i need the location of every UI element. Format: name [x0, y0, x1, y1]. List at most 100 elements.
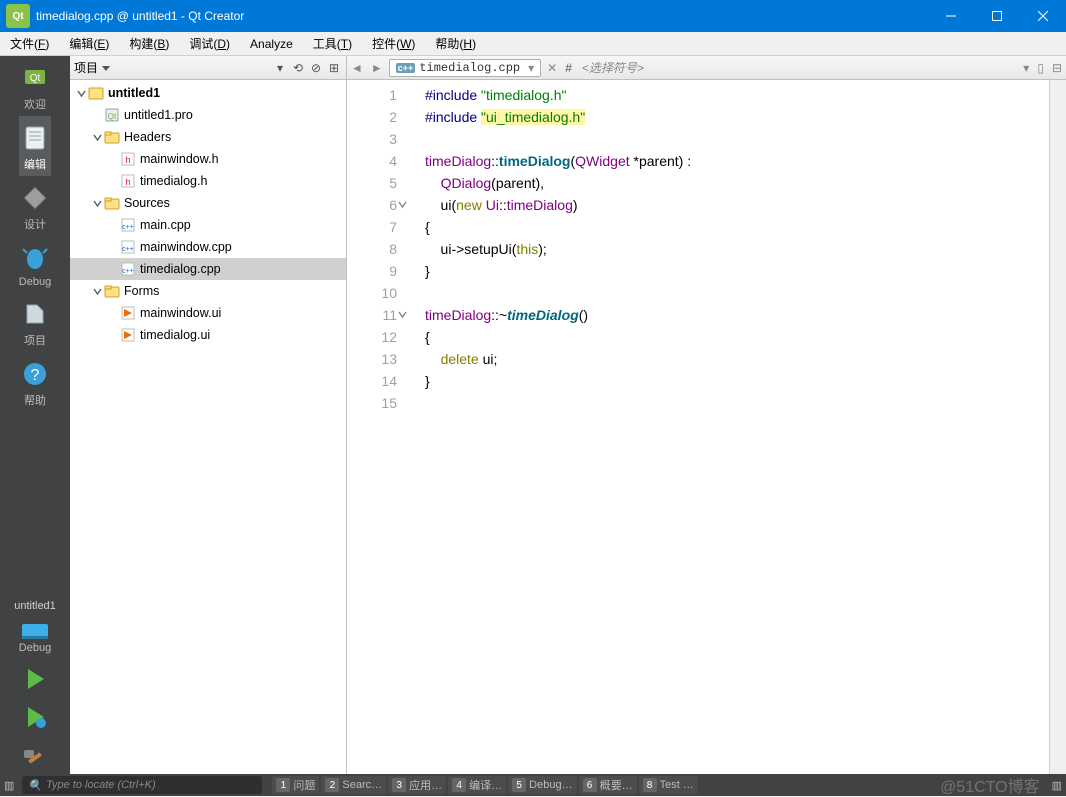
- title-bar: Qt timedialog.cpp @ untitled1 - Qt Creat…: [0, 0, 1066, 32]
- build-button[interactable]: [0, 736, 70, 774]
- chevron-down-icon[interactable]: [90, 287, 104, 296]
- close-doc-button[interactable]: ✕: [543, 61, 561, 75]
- menu-bar: 文件(F)编辑(E)构建(B)调试(D)Analyze工具(T)控件(W)帮助(…: [0, 32, 1066, 56]
- kit-selector[interactable]: Debug: [0, 614, 70, 660]
- output-tab-2[interactable]: 2Searc…: [321, 776, 386, 794]
- menu-4[interactable]: Analyze: [240, 32, 303, 55]
- fold-icon[interactable]: [398, 200, 407, 209]
- menu-2[interactable]: 构建(B): [119, 32, 179, 55]
- code-line[interactable]: [425, 392, 1049, 414]
- close-button[interactable]: [1020, 0, 1066, 32]
- kit-project[interactable]: untitled1: [0, 598, 70, 614]
- split-h-icon[interactable]: ▯: [1033, 61, 1048, 75]
- run-debug-button[interactable]: [0, 698, 70, 736]
- menu-1[interactable]: 编辑(E): [59, 32, 119, 55]
- chevron-down-icon[interactable]: [74, 89, 88, 98]
- code-line[interactable]: QDialog(parent),: [425, 172, 1049, 194]
- tree-item-mainwindow.ui[interactable]: mainwindow.ui: [70, 302, 346, 324]
- tree-item-timedialog.ui[interactable]: timedialog.ui: [70, 324, 346, 346]
- mode-编辑[interactable]: 编辑: [19, 116, 51, 176]
- mode-项目[interactable]: 项目: [19, 292, 51, 352]
- mode-帮助[interactable]: ?帮助: [19, 352, 51, 412]
- code-line[interactable]: delete ui;: [425, 348, 1049, 370]
- tree-item-main.cpp[interactable]: c++main.cpp: [70, 214, 346, 236]
- menu-5[interactable]: 工具(T): [303, 32, 362, 55]
- filter-icon[interactable]: ▾: [272, 60, 288, 76]
- sidebar-view-selector[interactable]: 项目: [74, 59, 110, 76]
- svg-text:c++: c++: [122, 246, 134, 253]
- menu-6[interactable]: 控件(W): [362, 32, 425, 55]
- watermark: @51CTO博客: [940, 773, 1048, 797]
- tree-item-label: mainwindow.h: [140, 152, 219, 166]
- editor-menu-icon[interactable]: ▾: [1019, 61, 1033, 75]
- tree-item-untitled1.pro[interactable]: Qtuntitled1.pro: [70, 104, 346, 126]
- sync-icon[interactable]: ⟲: [290, 60, 306, 76]
- output-tab-4[interactable]: 4编译…: [448, 776, 506, 794]
- code-line[interactable]: #include "ui_timedialog.h": [425, 106, 1049, 128]
- code-line[interactable]: }: [425, 370, 1049, 392]
- output-tab-5[interactable]: 5Debug…: [508, 776, 576, 794]
- h-icon: h: [120, 173, 136, 189]
- minimize-button[interactable]: [928, 0, 974, 32]
- file-selector[interactable]: c++ timedialog.cpp ▾: [389, 59, 541, 77]
- menu-7[interactable]: 帮助(H): [425, 32, 486, 55]
- tree-item-label: Forms: [124, 284, 159, 298]
- code-line[interactable]: timeDialog::~timeDialog(): [425, 304, 1049, 326]
- menu-0[interactable]: 文件(F): [0, 32, 59, 55]
- tree-item-Forms[interactable]: Forms: [70, 280, 346, 302]
- nav-fwd-button[interactable]: ►: [367, 61, 387, 75]
- code-line[interactable]: #include "timedialog.h": [425, 84, 1049, 106]
- tree-item-label: Headers: [124, 130, 171, 144]
- chevron-down-icon[interactable]: [90, 199, 104, 208]
- code-line[interactable]: ui(new Ui::timeDialog): [425, 194, 1049, 216]
- sidebar-right-toggle-icon[interactable]: ▥: [1048, 774, 1066, 796]
- code-line[interactable]: timeDialog::timeDialog(QWidget *parent) …: [425, 150, 1049, 172]
- link-icon[interactable]: ⊘: [308, 60, 324, 76]
- vertical-scrollbar[interactable]: [1049, 80, 1066, 774]
- tree-item-untitled1[interactable]: untitled1: [70, 82, 346, 104]
- symbol-selector[interactable]: <选择符号>: [576, 59, 650, 76]
- tree-item-mainwindow.h[interactable]: h mainwindow.h: [70, 148, 346, 170]
- open-file-name: timedialog.cpp: [419, 61, 520, 75]
- nav-back-button[interactable]: ◄: [347, 61, 367, 75]
- code-line[interactable]: [425, 282, 1049, 304]
- locator-input[interactable]: 🔍 Type to locate (Ctrl+K): [22, 776, 262, 794]
- code-line[interactable]: {: [425, 326, 1049, 348]
- svg-text:c++: c++: [122, 224, 134, 231]
- tree-item-timedialog.h[interactable]: h timedialog.h: [70, 170, 346, 192]
- chevron-down-icon[interactable]: [90, 133, 104, 142]
- fold-icon[interactable]: [398, 310, 407, 319]
- tree-item-label: timedialog.h: [140, 174, 207, 188]
- sidebar-toggle-icon[interactable]: ▥: [0, 774, 18, 796]
- code-editor[interactable]: #include "timedialog.h"#include "ui_time…: [407, 80, 1049, 774]
- mode-欢迎[interactable]: Qt欢迎: [19, 56, 51, 116]
- output-tab-1[interactable]: 1问题: [272, 776, 319, 794]
- output-tab-6[interactable]: 6概要…: [579, 776, 637, 794]
- line-gutter[interactable]: 123456789101112131415: [347, 80, 407, 774]
- tree-item-Sources[interactable]: Sources: [70, 192, 346, 214]
- mode-icon: [19, 182, 51, 214]
- svg-text:h: h: [125, 155, 130, 165]
- split-v-icon[interactable]: ⊟: [1048, 61, 1066, 75]
- output-tab-8[interactable]: 8Test …: [639, 776, 698, 794]
- code-line[interactable]: }: [425, 260, 1049, 282]
- cpp-badge-icon: c++: [396, 63, 416, 73]
- mode-Debug[interactable]: Debug: [19, 236, 51, 292]
- maximize-button[interactable]: [974, 0, 1020, 32]
- split-icon[interactable]: ⊞: [326, 60, 342, 76]
- mode-icon: [19, 242, 51, 274]
- output-tab-3[interactable]: 3应用…: [388, 776, 446, 794]
- svg-text:?: ?: [31, 367, 40, 384]
- code-line[interactable]: [425, 128, 1049, 150]
- code-line[interactable]: {: [425, 216, 1049, 238]
- tree-item-mainwindow.cpp[interactable]: c++ mainwindow.cpp: [70, 236, 346, 258]
- code-line[interactable]: ui->setupUi(this);: [425, 238, 1049, 260]
- tree-item-timedialog.cpp[interactable]: c++timedialog.cpp: [70, 258, 346, 280]
- tree-item-Headers[interactable]: Headers: [70, 126, 346, 148]
- tree-item-label: mainwindow.cpp: [140, 240, 232, 254]
- svg-text:Qt: Qt: [30, 73, 41, 84]
- run-button[interactable]: [0, 660, 70, 698]
- mode-设计[interactable]: 设计: [19, 176, 51, 236]
- menu-3[interactable]: 调试(D): [179, 32, 240, 55]
- project-tree[interactable]: untitled1Qtuntitled1.pro Headers h mainwind…: [70, 80, 346, 774]
